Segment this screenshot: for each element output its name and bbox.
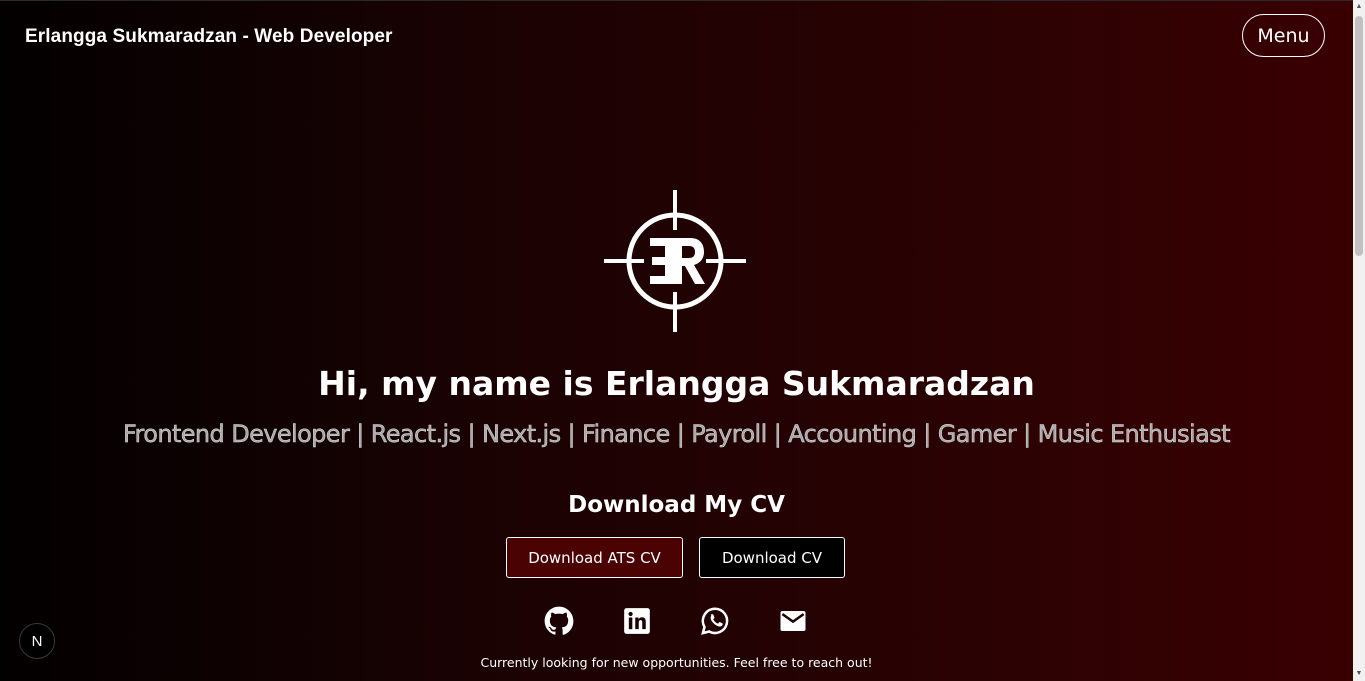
hero-subtitle: Frontend Developer | React.js | Next.js … bbox=[123, 420, 1231, 449]
download-cv-heading: Download My CV bbox=[568, 492, 785, 518]
window-top-border bbox=[0, 0, 1353, 1]
email-link[interactable] bbox=[777, 605, 809, 637]
scroll-up-arrow-icon[interactable]: ▲ bbox=[1355, 3, 1363, 11]
linkedin-icon bbox=[624, 608, 650, 634]
whatsapp-link[interactable] bbox=[699, 605, 731, 637]
github-link[interactable] bbox=[543, 605, 575, 637]
scrollbar-thumb[interactable] bbox=[1355, 16, 1363, 256]
site-title[interactable]: Erlangga Sukmaradzan - Web Developer bbox=[25, 26, 393, 48]
availability-note: Currently looking for new opportunities.… bbox=[480, 655, 873, 670]
download-ats-cv-button[interactable]: Download ATS CV bbox=[506, 537, 683, 578]
next-dev-badge[interactable]: N bbox=[19, 623, 55, 659]
hero-headline: Hi, my name is Erlangga Sukmaradzan bbox=[318, 364, 1035, 403]
er-crosshair-logo-icon bbox=[604, 190, 746, 332]
download-cv-button[interactable]: Download CV bbox=[699, 537, 845, 578]
vertical-scrollbar[interactable]: ▲ ▼ bbox=[1353, 0, 1365, 681]
email-icon bbox=[780, 611, 806, 631]
scroll-down-arrow-icon[interactable]: ▼ bbox=[1355, 670, 1363, 678]
github-icon bbox=[544, 606, 574, 635]
linkedin-link[interactable] bbox=[621, 605, 653, 637]
menu-button[interactable]: Menu bbox=[1242, 14, 1325, 57]
whatsapp-icon bbox=[701, 607, 729, 635]
